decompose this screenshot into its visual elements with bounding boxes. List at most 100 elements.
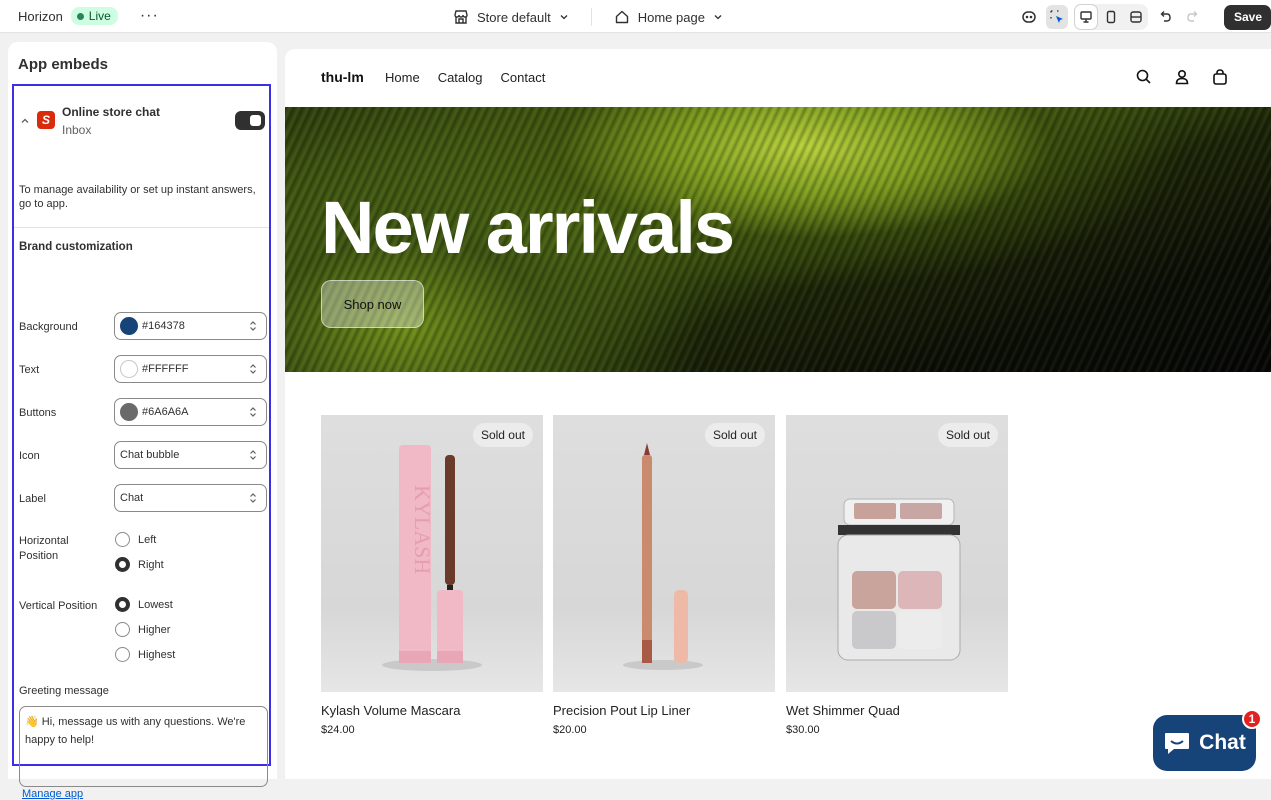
radio-lowest[interactable]: Lowest (115, 597, 173, 612)
theme-selector-label: Store default (477, 9, 551, 25)
theme-selector[interactable]: Store default (453, 9, 569, 25)
app-subtitle: Inbox (62, 123, 92, 137)
shimmer-quad-image (837, 498, 961, 661)
shop-now-button[interactable]: Shop now (321, 280, 424, 328)
store-header-icons (1135, 68, 1229, 86)
background-color-select[interactable]: #164378 (114, 312, 267, 340)
greeting-textarea[interactable]: 👋 Hi, message us with any questions. We'… (19, 706, 268, 787)
background-label: Background (19, 321, 78, 333)
store-header: thu-lm Home Catalog Contact (285, 49, 1271, 107)
select-arrows-icon (250, 407, 256, 417)
buttons-color-select[interactable]: #6A6A6A (114, 398, 267, 426)
app-name: Online store chat (62, 105, 161, 119)
select-element-icon[interactable] (1045, 5, 1068, 29)
sold-out-badge: Sold out (937, 423, 998, 447)
radio-higher[interactable]: Higher (115, 622, 170, 637)
divider (14, 227, 269, 228)
color-swatch (120, 403, 138, 421)
app-embed-header[interactable]: S Online store chat Inbox (14, 86, 269, 156)
select-arrows-icon (250, 450, 256, 460)
select-arrows-icon (250, 364, 256, 374)
chat-launcher-button[interactable]: Chat (1153, 715, 1256, 771)
product-image-mascara[interactable]: KYLASH Sold out (321, 415, 543, 692)
toggle-knob (250, 115, 261, 126)
background-color-value: #164378 (142, 320, 185, 332)
radio-label: Highest (138, 648, 176, 661)
radio-right[interactable]: Right (115, 557, 164, 572)
device-switcher (1073, 4, 1148, 30)
horizontal-position-label: Horizontal Position (19, 535, 69, 562)
product-price: $24.00 (321, 724, 355, 736)
radio-label: Left (138, 533, 157, 546)
radio-highest[interactable]: Highest (115, 647, 175, 662)
text-color-value: #FFFFFF (142, 363, 189, 375)
text-color-select[interactable]: #FFFFFF (114, 355, 267, 383)
label-select-value: Chat (120, 492, 144, 504)
save-button[interactable]: Save (1223, 4, 1271, 30)
redo-icon[interactable] (1182, 5, 1204, 29)
product-price: $30.00 (786, 724, 820, 736)
toolbar-actions: Save (1018, 4, 1271, 30)
home-icon (615, 10, 628, 24)
product-card[interactable]: Sold out Precision Pout Lip Liner $20.00 (553, 415, 775, 736)
icon-select-value: Chat bubble (120, 449, 180, 461)
panel-title: App embeds (18, 56, 109, 73)
product-card[interactable]: KYLASH Sold out Kylash Volume Mascara $2… (321, 415, 543, 736)
label-field-label: Label (19, 493, 46, 505)
radio-button[interactable] (115, 532, 130, 547)
store-icon (454, 10, 468, 24)
search-icon[interactable] (1135, 68, 1153, 86)
product-image-shimmer-quad[interactable]: Sold out (786, 415, 1008, 692)
mobile-view-icon[interactable] (1100, 5, 1122, 29)
lip-liner-image (623, 443, 703, 670)
label-select[interactable]: Chat (114, 484, 267, 512)
chevron-up-icon[interactable] (20, 116, 30, 126)
mascara-image: KYLASH (382, 445, 482, 671)
select-arrows-icon (250, 321, 256, 331)
account-icon[interactable] (1173, 68, 1191, 86)
full-width-view-icon[interactable] (1125, 5, 1147, 29)
cart-icon[interactable] (1211, 68, 1229, 86)
radio-left[interactable]: Left (115, 532, 156, 547)
chat-label: Chat (1199, 731, 1246, 754)
shopify-inbox-logo: S (37, 111, 55, 129)
desktop-view-icon[interactable] (1074, 5, 1097, 29)
nav-catalog[interactable]: Catalog (438, 70, 483, 85)
top-bar: Horizon Live ··· Store default Home page (0, 0, 1271, 33)
selectors: Store default Home page (453, 8, 723, 26)
select-arrows-icon (250, 493, 256, 503)
nav-home[interactable]: Home (385, 70, 420, 85)
radio-label: Higher (138, 623, 171, 636)
page-selector[interactable]: Home page (614, 9, 723, 25)
app-enable-toggle[interactable] (235, 111, 265, 130)
product-card[interactable]: Sold out Wet Shimmer Quad $30.00 (786, 415, 1008, 736)
chevron-down-icon (714, 15, 722, 20)
store-name: Horizon (18, 8, 63, 24)
radio-button[interactable] (115, 597, 130, 612)
radio-button[interactable] (115, 557, 130, 572)
nav-contact[interactable]: Contact (501, 70, 546, 85)
product-image-lip-liner[interactable]: Sold out (553, 415, 775, 692)
product-title[interactable]: Kylash Volume Mascara (321, 703, 543, 718)
live-dot (76, 12, 84, 20)
status-badge: Live (70, 7, 118, 25)
product-title[interactable]: Wet Shimmer Quad (786, 703, 1008, 718)
brand-customization-heading: Brand customization (19, 241, 133, 253)
page-selector-label: Home page (637, 9, 705, 25)
status-label: Live (88, 9, 111, 23)
undo-icon[interactable] (1154, 5, 1176, 29)
chat-unread-badge: 1 (1242, 709, 1262, 729)
more-horizontal-icon[interactable]: ··· (140, 8, 159, 24)
icon-label: Icon (19, 450, 40, 462)
store-logo-text[interactable]: thu-lm (321, 69, 364, 85)
icon-select[interactable]: Chat bubble (114, 441, 267, 469)
radio-button[interactable] (115, 622, 130, 637)
product-title[interactable]: Precision Pout Lip Liner (553, 703, 775, 718)
manage-app-link[interactable]: Manage app (22, 788, 83, 800)
radio-button[interactable] (115, 647, 130, 662)
buttons-color-value: #6A6A6A (142, 406, 189, 418)
buttons-color-label: Buttons (19, 407, 57, 419)
color-swatch (120, 360, 138, 378)
inspector-icon[interactable] (1018, 5, 1040, 29)
greeting-label: Greeting message (19, 685, 109, 697)
